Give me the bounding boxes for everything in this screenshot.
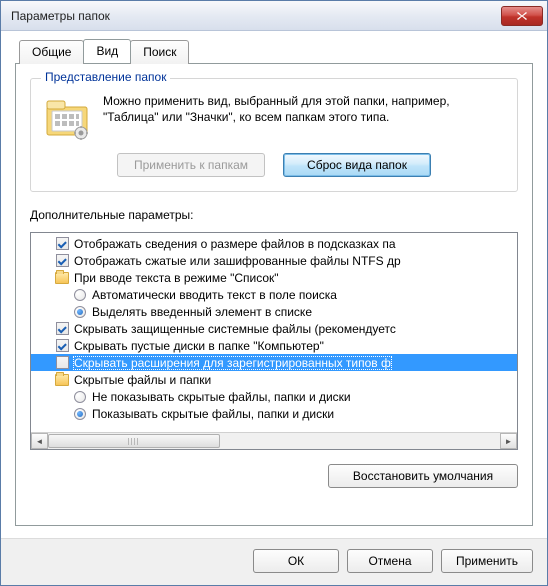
horizontal-scrollbar[interactable]: ◄ ►	[31, 432, 517, 449]
advanced-settings-tree[interactable]: Отображать сведения о размере файлов в п…	[30, 232, 518, 450]
tree-item[interactable]: Выделять введенный элемент в списке	[31, 303, 517, 320]
close-icon	[516, 11, 528, 21]
tab-view[interactable]: Вид	[83, 39, 131, 63]
checkbox-icon[interactable]	[55, 322, 69, 336]
ok-button[interactable]: ОК	[253, 549, 339, 573]
tree-item[interactable]: Не показывать скрытые файлы, папки и дис…	[31, 388, 517, 405]
scroll-right-button[interactable]: ►	[500, 433, 517, 449]
radio-icon[interactable]	[73, 288, 87, 302]
tree-item-label: Скрытые файлы и папки	[73, 373, 212, 387]
apply-button[interactable]: Применить	[441, 549, 533, 573]
folder-views-icon	[43, 93, 91, 141]
folder-views-description: Можно применить вид, выбранный для этой …	[103, 93, 505, 141]
tree-item-label: Отображать сведения о размере файлов в п…	[73, 237, 397, 251]
tab-general[interactable]: Общие	[19, 40, 84, 64]
tab-strip: Общие Вид Поиск	[19, 39, 533, 63]
folder-icon	[55, 271, 69, 285]
radio-icon[interactable]	[73, 390, 87, 404]
tree-item[interactable]: При вводе текста в режиме "Список"	[31, 269, 517, 286]
radio-icon[interactable]	[73, 305, 87, 319]
reset-folders-button[interactable]: Сброс вида папок	[283, 153, 431, 177]
checkbox-icon[interactable]	[55, 254, 69, 268]
cancel-button[interactable]: Отмена	[347, 549, 433, 573]
tree-item[interactable]: Скрывать расширения для зарегистрированн…	[31, 354, 517, 371]
tree-item-label: Автоматически вводить текст в поле поиск…	[91, 288, 338, 302]
radio-icon[interactable]	[73, 407, 87, 421]
tree-item[interactable]: Скрытые файлы и папки	[31, 371, 517, 388]
tree-item-label: При вводе текста в режиме "Список"	[73, 271, 280, 285]
restore-defaults-button[interactable]: Восстановить умолчания	[328, 464, 518, 488]
scroll-left-button[interactable]: ◄	[31, 433, 48, 449]
scroll-thumb[interactable]	[48, 434, 220, 448]
folder-options-dialog: Параметры папок Общие Вид Поиск Представ…	[0, 0, 548, 586]
tab-search[interactable]: Поиск	[130, 40, 189, 64]
advanced-label: Дополнительные параметры:	[30, 208, 518, 222]
folder-icon	[55, 373, 69, 387]
tree-item-label: Показывать скрытые файлы, папки и диски	[91, 407, 335, 421]
tabpanel-view: Представление папок	[15, 63, 533, 526]
tree-item[interactable]: Скрывать защищенные системные файлы (рек…	[31, 320, 517, 337]
tree-item-label: Скрывать защищенные системные файлы (рек…	[73, 322, 397, 336]
apply-to-folders-button: Применить к папкам	[117, 153, 265, 177]
tree-item[interactable]: Отображать сведения о размере файлов в п…	[31, 235, 517, 252]
tree-item[interactable]: Показывать скрытые файлы, папки и диски	[31, 405, 517, 422]
tree-item-label: Выделять введенный элемент в списке	[91, 305, 313, 319]
tree-item[interactable]: Автоматически вводить текст в поле поиск…	[31, 286, 517, 303]
checkbox-icon[interactable]	[55, 237, 69, 251]
close-button[interactable]	[501, 6, 543, 26]
tree-item-label: Не показывать скрытые файлы, папки и дис…	[91, 390, 352, 404]
titlebar[interactable]: Параметры папок	[1, 1, 547, 31]
scroll-track[interactable]	[48, 433, 500, 449]
tree-item-label: Скрывать расширения для зарегистрированн…	[73, 356, 392, 370]
dialog-button-row: ОК Отмена Применить	[1, 538, 547, 585]
folder-views-group: Представление папок	[30, 78, 518, 192]
tree-item[interactable]: Скрывать пустые диски в папке "Компьютер…	[31, 337, 517, 354]
tree-item-label: Отображать сжатые или зашифрованные файл…	[73, 254, 402, 268]
checkbox-icon[interactable]	[55, 356, 69, 370]
tree-item-label: Скрывать пустые диски в папке "Компьютер…	[73, 339, 325, 353]
client-area: Общие Вид Поиск Представление папок	[1, 31, 547, 538]
tree-item[interactable]: Отображать сжатые или зашифрованные файл…	[31, 252, 517, 269]
window-title: Параметры папок	[11, 9, 501, 23]
folder-views-title: Представление папок	[41, 70, 170, 84]
checkbox-icon[interactable]	[55, 339, 69, 353]
